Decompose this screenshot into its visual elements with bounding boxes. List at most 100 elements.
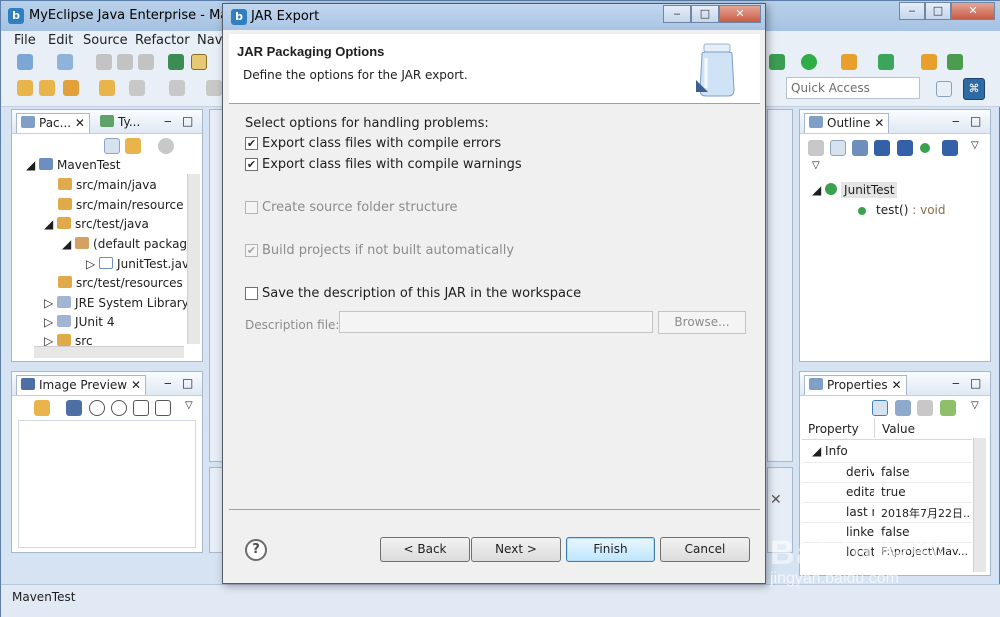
sync-icon[interactable]: [34, 400, 50, 416]
open-project-icon[interactable]: [39, 80, 55, 96]
toggle-mark-icon[interactable]: [191, 54, 207, 70]
tree-item-default-package[interactable]: ◢ (default packag: [62, 237, 187, 251]
close-tab-icon[interactable]: ✕: [891, 378, 901, 392]
external-tools-icon[interactable]: [878, 54, 894, 70]
tab-properties[interactable]: Properties ✕: [804, 375, 907, 395]
fit-image-icon[interactable]: [66, 400, 82, 416]
minimize-view-icon[interactable]: ‒: [164, 376, 172, 390]
tree-item-src-test-resources[interactable]: src/test/resources: [58, 276, 183, 290]
properties-group-info[interactable]: ◢ Info: [812, 444, 848, 458]
run-icon[interactable]: [801, 54, 817, 70]
maximize-view-icon[interactable]: □: [970, 376, 981, 390]
tree-item-jre-system-library[interactable]: ▷ JRE System Library: [44, 296, 189, 310]
column-divider[interactable]: [874, 418, 875, 438]
link-with-editor-icon[interactable]: [125, 138, 141, 154]
view-menu-icon[interactable]: ▽: [971, 140, 979, 151]
finish-button[interactable]: Finish: [566, 537, 655, 562]
hide-local-types-icon[interactable]: [942, 140, 958, 156]
tree-item-src[interactable]: ▷ src: [44, 334, 93, 346]
hide-non-public-members-icon[interactable]: [920, 143, 930, 153]
quick-access-input[interactable]: Quick Access: [786, 77, 920, 99]
minimize-view-icon[interactable]: ‒: [952, 114, 960, 128]
hide-fields-icon[interactable]: [874, 140, 890, 156]
pin-icon[interactable]: [940, 400, 956, 416]
option-compile-errors[interactable]: ✔ Export class files with compile errors: [245, 136, 501, 151]
close-tab-icon[interactable]: ✕: [75, 116, 85, 130]
minimize-view-icon[interactable]: ‒: [952, 376, 960, 390]
new-icon[interactable]: [17, 54, 33, 70]
close-tab-icon[interactable]: ✕: [131, 378, 141, 392]
filter-icon[interactable]: ▽: [812, 160, 820, 171]
perspective-icon[interactable]: ⌘: [963, 78, 985, 100]
table-row[interactable]: last n 2018年7月22日...: [802, 502, 972, 522]
tree-item-src-main-resources[interactable]: src/main/resource: [58, 198, 184, 212]
help-icon[interactable]: ?: [245, 539, 267, 561]
tree-horizontal-scrollbar[interactable]: [34, 346, 184, 358]
wizard-icon[interactable]: [63, 80, 79, 96]
properties-vertical-scrollbar[interactable]: [973, 438, 986, 572]
maximize-button[interactable]: □: [925, 2, 951, 20]
hide-static-icon[interactable]: [897, 140, 913, 156]
tree-item-maventest[interactable]: ◢ MavenTest: [26, 158, 120, 172]
hide-non-public-icon[interactable]: [808, 140, 824, 156]
tree-item-src-main-java[interactable]: src/main/java: [58, 178, 157, 192]
cancel-button[interactable]: Cancel: [660, 537, 750, 562]
tree-item-src-test-java[interactable]: ◢ src/test/java: [44, 217, 149, 231]
save-icon[interactable]: [96, 54, 112, 70]
fit-window-icon[interactable]: [155, 400, 171, 416]
dialog-maximize-button[interactable]: □: [691, 5, 719, 23]
open-perspective-icon[interactable]: [936, 81, 952, 97]
tree-vertical-scrollbar[interactable]: [187, 174, 200, 344]
new-java-class-icon[interactable]: [921, 54, 937, 70]
close-tab-icon[interactable]: ✕: [874, 116, 884, 130]
outline-method-test[interactable]: test() : void: [858, 203, 946, 217]
menu-file[interactable]: File: [14, 33, 36, 48]
tree-item-junit-4[interactable]: ▷ JUnit 4: [44, 315, 114, 329]
debug-icon[interactable]: [769, 54, 785, 70]
last-edit-icon[interactable]: [206, 80, 222, 96]
view-menu-icon[interactable]: ▽: [971, 400, 979, 411]
zoom-in-icon[interactable]: [111, 400, 127, 416]
run-on-server-icon[interactable]: [168, 54, 184, 70]
column-header-property[interactable]: Property: [808, 422, 859, 436]
coverage-icon[interactable]: [841, 54, 857, 70]
tree-item-junittest-java[interactable]: ▷ JunitTest.jav: [86, 257, 189, 271]
tab-outline[interactable]: Outline ✕: [804, 113, 890, 133]
actual-size-icon[interactable]: [133, 400, 149, 416]
view-menu-icon[interactable]: [158, 138, 174, 154]
back-button[interactable]: < Back: [380, 537, 470, 562]
minimize-view-icon[interactable]: ‒: [164, 114, 172, 128]
tab-type-hierarchy[interactable]: Ty...: [96, 113, 144, 133]
column-header-value[interactable]: Value: [882, 422, 915, 436]
menu-source[interactable]: Source: [83, 33, 128, 48]
sort-icon[interactable]: [852, 140, 868, 156]
close-button[interactable]: ✕: [951, 2, 995, 20]
show-categories-icon[interactable]: [872, 400, 888, 416]
dialog-title-bar[interactable]: b JAR Export ‒ □ ✕: [223, 4, 765, 30]
print-icon[interactable]: [138, 54, 154, 70]
new-wizard-icon[interactable]: [57, 54, 73, 70]
menu-refactor[interactable]: Refactor: [135, 33, 190, 48]
table-row[interactable]: deriv false: [802, 462, 972, 482]
open-folder-icon[interactable]: [17, 80, 33, 96]
compile-warnings-checkbox[interactable]: ✔: [245, 158, 258, 171]
collapse-all-icon[interactable]: [104, 138, 120, 154]
option-save-description[interactable]: Save the description of this JAR in the …: [245, 286, 581, 301]
restore-default-icon[interactable]: [917, 400, 933, 416]
dialog-close-button[interactable]: ✕: [719, 5, 761, 23]
table-row[interactable]: edita true: [802, 482, 972, 502]
outline-class-junittest[interactable]: ◢ JunitTest: [812, 182, 898, 198]
tab-package-explorer[interactable]: Pac... ✕: [16, 113, 90, 133]
menu-edit[interactable]: Edit: [48, 33, 73, 48]
dialog-minimize-button[interactable]: ‒: [663, 5, 691, 23]
maximize-view-icon[interactable]: □: [182, 114, 193, 128]
compile-errors-checkbox[interactable]: ✔: [245, 137, 258, 150]
view-menu-icon[interactable]: ▽: [185, 400, 193, 411]
minimize-button[interactable]: ‒: [899, 2, 925, 20]
save-description-checkbox[interactable]: [245, 287, 258, 300]
open-type-icon[interactable]: [99, 80, 115, 96]
tab-image-preview[interactable]: Image Preview ✕: [16, 375, 146, 395]
maximize-view-icon[interactable]: □: [182, 376, 193, 390]
option-compile-warnings[interactable]: ✔ Export class files with compile warnin…: [245, 157, 522, 172]
zoom-out-icon[interactable]: [89, 400, 105, 416]
